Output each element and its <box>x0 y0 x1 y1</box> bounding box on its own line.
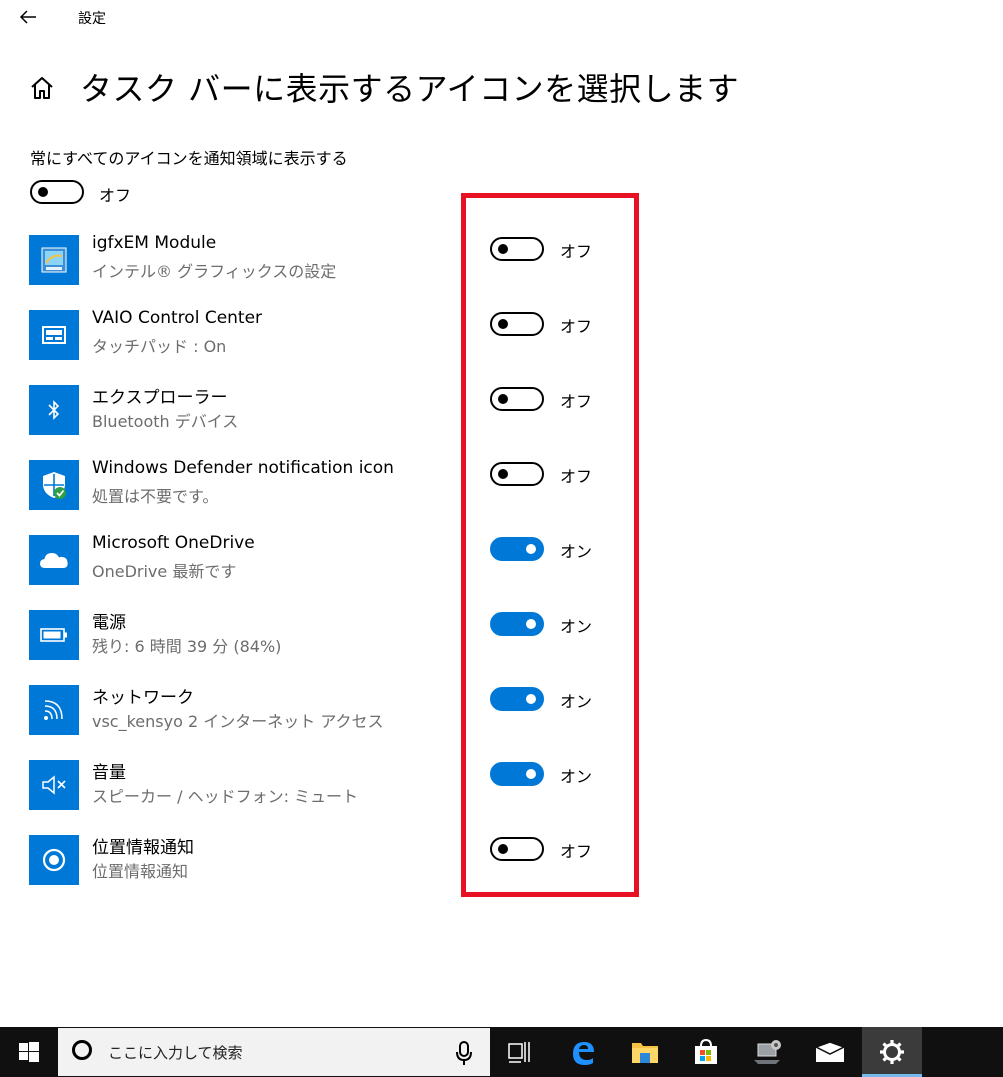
app-name: 電源 <box>92 613 126 633</box>
app-name: ネットワーク <box>92 688 194 708</box>
show-all-icons-toggle[interactable] <box>30 180 84 204</box>
toggle-knob <box>38 187 48 197</box>
file-explorer-icon <box>632 1043 658 1063</box>
app-description: 処置は不要です。 <box>92 487 219 506</box>
microphone-icon[interactable] <box>454 1040 474 1066</box>
cortana-icon <box>72 1040 92 1060</box>
show-all-icons-state: オフ <box>99 186 132 205</box>
edge-icon <box>573 1042 594 1065</box>
app-description: インテル® グラフィックスの設定 <box>92 262 337 281</box>
volume-muted-icon <box>29 760 79 810</box>
windows-logo-icon <box>19 1042 39 1062</box>
app-name: igfxEM Module <box>92 233 217 253</box>
start-button[interactable] <box>0 1027 58 1077</box>
show-all-icons-label: 常にすべてのアイコンを通知領域に表示する <box>30 149 348 168</box>
store-button[interactable] <box>676 1027 736 1077</box>
defender-shield-icon <box>29 460 79 510</box>
back-arrow-icon <box>19 10 36 24</box>
task-view-button[interactable] <box>490 1027 550 1077</box>
app-name: Microsoft OneDrive <box>92 533 255 553</box>
task-view-icon <box>508 1042 530 1063</box>
search-placeholder: ここに入力して検索 <box>108 1044 243 1062</box>
settings-gear-icon <box>880 1040 904 1064</box>
intel-graphics-icon <box>29 235 79 285</box>
app-name: Windows Defender notification icon <box>92 458 394 478</box>
bluetooth-icon <box>29 385 79 435</box>
touchpad-icon <box>29 310 79 360</box>
edge-button[interactable] <box>553 1027 613 1077</box>
app-description: OneDrive 最新です <box>92 562 237 581</box>
app-name: VAIO Control Center <box>92 308 263 328</box>
home-icon[interactable] <box>28 74 56 102</box>
mail-button[interactable] <box>800 1027 860 1077</box>
network-settings-button[interactable] <box>738 1027 798 1077</box>
wifi-icon <box>29 685 79 735</box>
taskbar: ここに入力して検索 <box>0 1027 1003 1077</box>
app-description: vsc_kensyo 2 インターネット アクセス <box>92 712 384 731</box>
onedrive-cloud-icon <box>29 535 79 585</box>
mail-icon <box>815 1041 845 1062</box>
app-name: 音量 <box>92 763 126 783</box>
page-title: タスク バーに表示するアイコンを選択します <box>80 70 740 108</box>
battery-icon <box>29 610 79 660</box>
store-icon <box>695 1038 717 1064</box>
app-description: 位置情報通知 <box>92 862 189 881</box>
title-bar: 設定 <box>0 0 1003 36</box>
app-description: Bluetooth デバイス <box>92 412 239 431</box>
app-description: スピーカー / ヘッドフォン: ミュート <box>92 787 359 806</box>
app-name: 位置情報通知 <box>92 838 194 858</box>
app-description: タッチパッド : On <box>92 337 227 356</box>
back-button[interactable] <box>12 4 44 32</box>
app-description: 残り: 6 時間 39 分 (84%) <box>92 637 282 656</box>
location-icon <box>29 835 79 885</box>
window-title: 設定 <box>78 11 106 27</box>
highlight-box <box>461 193 639 897</box>
file-explorer-button[interactable] <box>615 1027 675 1077</box>
app-name: エクスプローラー <box>92 388 228 408</box>
settings-button[interactable] <box>862 1027 922 1077</box>
network-settings-icon <box>754 1040 781 1064</box>
taskbar-search-box[interactable]: ここに入力して検索 <box>58 1028 490 1076</box>
